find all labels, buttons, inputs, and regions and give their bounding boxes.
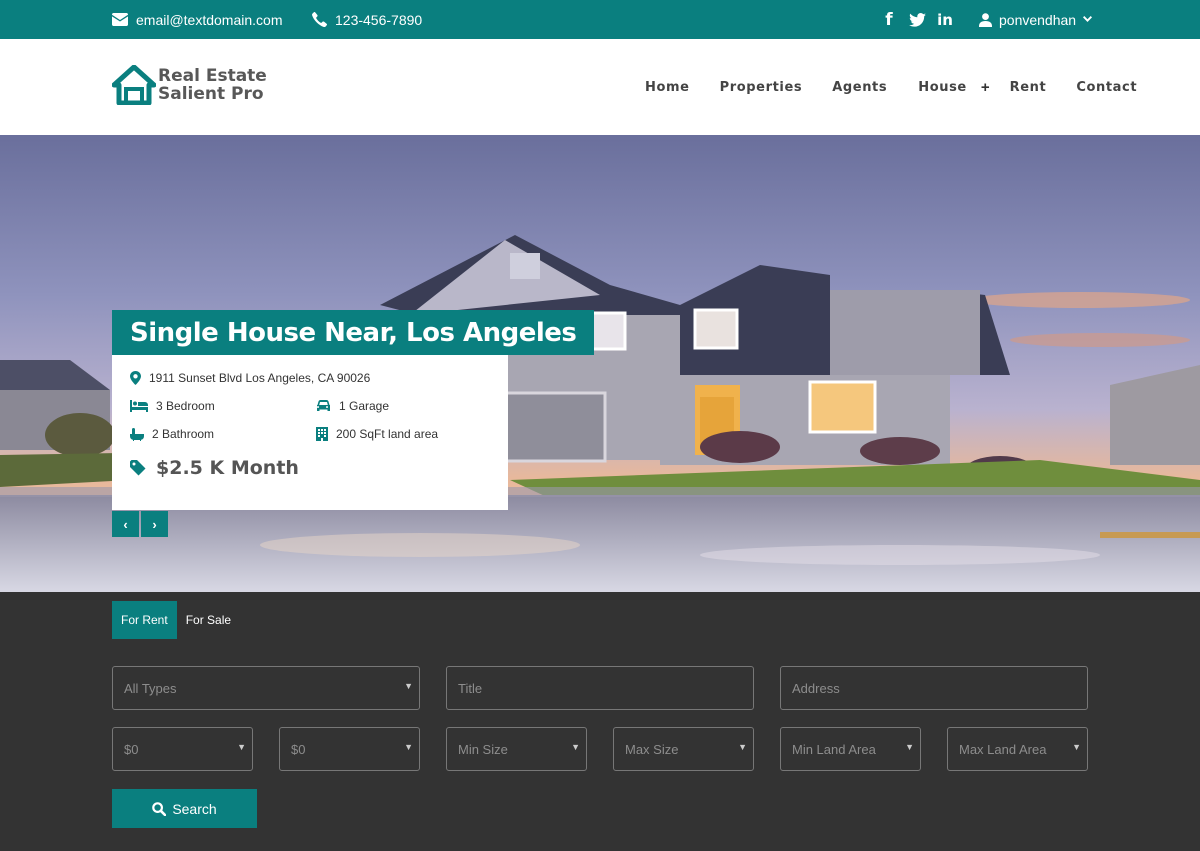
logo-line-1: Real Estate <box>158 66 267 86</box>
social-links: f in <box>880 0 954 39</box>
min-land-area-value: Min Land Area <box>792 741 876 757</box>
bed-icon <box>130 400 148 412</box>
map-marker-icon <box>130 371 141 385</box>
linkedin-icon[interactable]: in <box>936 11 954 29</box>
title-input[interactable]: Title <box>446 666 754 710</box>
address-text: 1911 Sunset Blvd Los Angeles, CA 90026 <box>149 371 371 385</box>
garage-row: 1 Garage <box>316 399 389 413</box>
max-price-value: $0 <box>291 741 306 757</box>
building-icon <box>316 427 328 441</box>
price-text: $2.5 K Month <box>156 457 299 479</box>
chevron-down-icon: ▼ <box>237 742 246 752</box>
min-price-select[interactable]: $0 ▼ <box>112 727 253 771</box>
phone-contact[interactable]: 123-456-7890 <box>312 0 422 39</box>
email-contact[interactable]: email@textdomain.com <box>112 0 283 39</box>
bath-icon <box>130 427 144 441</box>
nav-rent[interactable]: Rent <box>1010 80 1047 95</box>
max-land-area-select[interactable]: Max Land Area ▼ <box>947 727 1088 771</box>
property-title: Single House Near, Los Angeles <box>112 310 595 355</box>
nav-contact[interactable]: Contact <box>1076 80 1137 95</box>
nav-agents[interactable]: Agents <box>832 80 887 95</box>
chevron-down-icon: ▼ <box>1072 742 1081 752</box>
min-size-value: Min Size <box>458 741 508 757</box>
twitter-icon[interactable] <box>908 11 926 29</box>
nav-house-expand-icon[interactable]: + <box>981 79 990 96</box>
search-icon <box>152 801 167 816</box>
min-price-value: $0 <box>124 741 139 757</box>
chevron-down-icon: ▼ <box>404 742 413 752</box>
house-logo-icon <box>112 65 156 105</box>
search-button[interactable]: Search <box>112 789 257 828</box>
slider-next-button[interactable]: › <box>141 511 168 537</box>
site-header: Real Estate Salient Pro Home Properties … <box>0 39 1200 135</box>
tab-for-sale[interactable]: For Sale <box>177 601 240 639</box>
price-row: $2.5 K Month <box>130 457 299 479</box>
user-menu[interactable]: ponvendhan <box>979 0 1093 39</box>
nav-house[interactable]: House <box>918 80 967 95</box>
top-bar: email@textdomain.com 123-456-7890 f in p… <box>0 0 1200 39</box>
phone-text: 123-456-7890 <box>335 11 423 28</box>
hero-slider: Single House Near, Los Angeles 1911 Suns… <box>0 135 1200 592</box>
search-button-label: Search <box>172 800 217 817</box>
chevron-down-icon: ▼ <box>905 742 914 752</box>
facebook-icon[interactable]: f <box>880 10 898 30</box>
tab-for-rent[interactable]: For Rent <box>112 601 177 639</box>
type-select-value: All Types <box>124 680 177 696</box>
address-row: 1911 Sunset Blvd Los Angeles, CA 90026 <box>130 371 370 385</box>
address-placeholder: Address <box>792 680 840 696</box>
user-icon <box>979 12 992 27</box>
type-select[interactable]: All Types ▼ <box>112 666 420 710</box>
nav-home[interactable]: Home <box>645 80 690 95</box>
price-tag-icon <box>130 460 146 476</box>
username: ponvendhan <box>999 11 1077 28</box>
title-placeholder: Title <box>458 680 483 696</box>
slider-controls: ‹ › <box>112 511 168 537</box>
max-price-select[interactable]: $0 ▼ <box>279 727 420 771</box>
logo-line-2: Salient Pro <box>158 84 264 104</box>
chevron-down-icon: ▼ <box>404 681 413 691</box>
bedroom-row: 3 Bedroom <box>130 399 215 413</box>
land-area-row: 200 SqFt land area <box>316 427 438 441</box>
main-nav: Home Properties Agents House + Rent Cont… <box>645 39 1137 135</box>
bathroom-text: 2 Bathroom <box>152 427 215 441</box>
search-tabs: For Rent For Sale <box>112 601 240 639</box>
min-land-area-select[interactable]: Min Land Area ▼ <box>780 727 921 771</box>
property-search-panel: For Rent For Sale All Types ▼ Title Addr… <box>0 592 1200 851</box>
max-size-value: Max Size <box>625 741 679 757</box>
slider-prev-button[interactable]: ‹ <box>112 511 139 537</box>
land-area-text: 200 SqFt land area <box>336 427 439 441</box>
envelope-icon <box>112 13 128 26</box>
logo-text: Real Estate Salient Pro <box>158 67 267 103</box>
chevron-down-icon <box>1083 16 1093 22</box>
address-input[interactable]: Address <box>780 666 1088 710</box>
min-size-select[interactable]: Min Size ▼ <box>446 727 587 771</box>
car-icon <box>317 400 330 411</box>
nav-properties[interactable]: Properties <box>720 80 803 95</box>
email-text: email@textdomain.com <box>136 11 283 28</box>
chevron-down-icon: ▼ <box>738 742 747 752</box>
phone-icon <box>312 12 327 27</box>
garage-text: 1 Garage <box>339 399 390 413</box>
max-land-area-value: Max Land Area <box>959 741 1047 757</box>
max-size-select[interactable]: Max Size ▼ <box>613 727 754 771</box>
bedroom-text: 3 Bedroom <box>156 399 215 413</box>
property-info-card: 1911 Sunset Blvd Los Angeles, CA 90026 3… <box>112 355 508 510</box>
chevron-down-icon: ▼ <box>571 742 580 752</box>
site-logo[interactable]: Real Estate Salient Pro <box>112 65 267 105</box>
bathroom-row: 2 Bathroom <box>130 427 214 441</box>
